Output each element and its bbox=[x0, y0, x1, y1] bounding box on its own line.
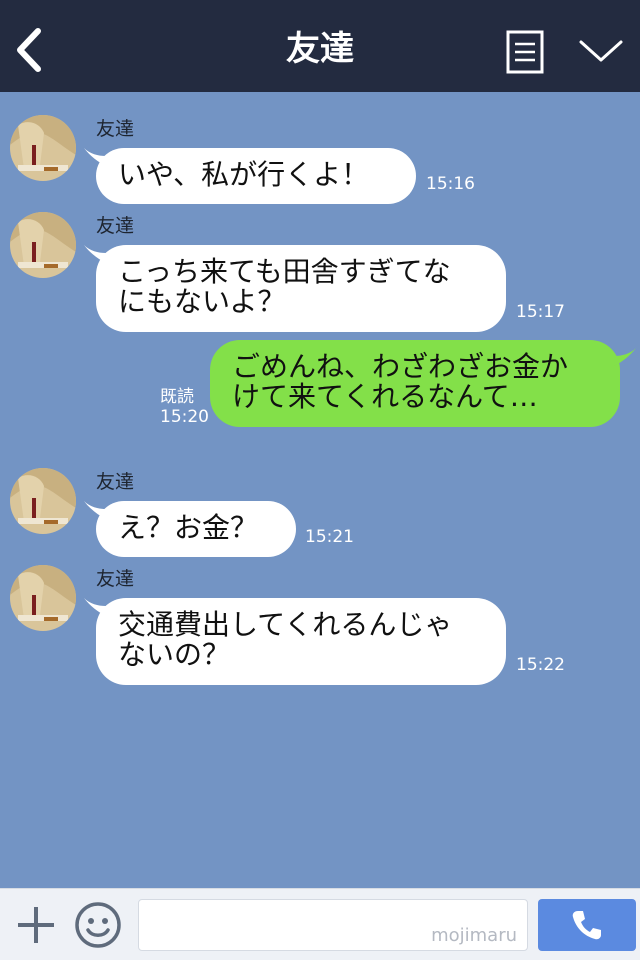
phone-icon bbox=[572, 911, 601, 940]
smiley-icon[interactable] bbox=[74, 901, 122, 949]
sender-name: 友達 bbox=[96, 215, 135, 237]
my-message-bubble[interactable]: ごめんね、わざわざお金か けて来てくれるなんて… bbox=[210, 340, 620, 427]
message-time: 15:22 bbox=[516, 655, 565, 675]
message-time: 15:20 bbox=[160, 407, 209, 427]
avatar[interactable] bbox=[10, 212, 76, 278]
bubble-tail bbox=[614, 348, 636, 366]
sender-name: 友達 bbox=[96, 118, 135, 140]
plus-icon[interactable] bbox=[14, 903, 58, 947]
message-time: 15:17 bbox=[516, 302, 565, 322]
message-time: 15:21 bbox=[305, 527, 354, 547]
call-button[interactable] bbox=[538, 899, 636, 951]
avatar[interactable] bbox=[10, 115, 76, 181]
avatar-image bbox=[10, 212, 76, 278]
chevron-left-icon[interactable] bbox=[12, 27, 48, 73]
read-receipt: 既読 bbox=[160, 387, 194, 407]
message-bubble[interactable]: こっち来ても田舎すぎてな にもないよ？ bbox=[96, 245, 506, 332]
chevron-down-icon[interactable] bbox=[578, 36, 624, 68]
avatar-image bbox=[10, 565, 76, 631]
avatar-image bbox=[10, 468, 76, 534]
input-bar: mojimaru bbox=[0, 888, 640, 960]
chat-title: 友達 bbox=[286, 29, 354, 69]
avatar-image bbox=[10, 115, 76, 181]
message-time: 15:16 bbox=[426, 174, 475, 194]
chat-header: 友達 bbox=[0, 0, 640, 92]
message-bubble[interactable]: いや、私が行くよ！ bbox=[96, 148, 416, 204]
message-bubble[interactable]: え？お金？ bbox=[96, 501, 296, 557]
note-icon[interactable] bbox=[506, 30, 544, 74]
watermark: mojimaru bbox=[431, 925, 517, 946]
avatar[interactable] bbox=[10, 565, 76, 631]
avatar[interactable] bbox=[10, 468, 76, 534]
sender-name: 友達 bbox=[96, 568, 135, 590]
message-input[interactable]: mojimaru bbox=[138, 899, 528, 951]
sender-name: 友達 bbox=[96, 471, 135, 493]
message-list[interactable]: 友達 いや、私が行くよ！ 15:16 友達 こっち来ても田舎すぎてな にもないよ… bbox=[0, 92, 640, 888]
message-bubble[interactable]: 交通費出してくれるんじゃ ないの？ bbox=[96, 598, 506, 685]
